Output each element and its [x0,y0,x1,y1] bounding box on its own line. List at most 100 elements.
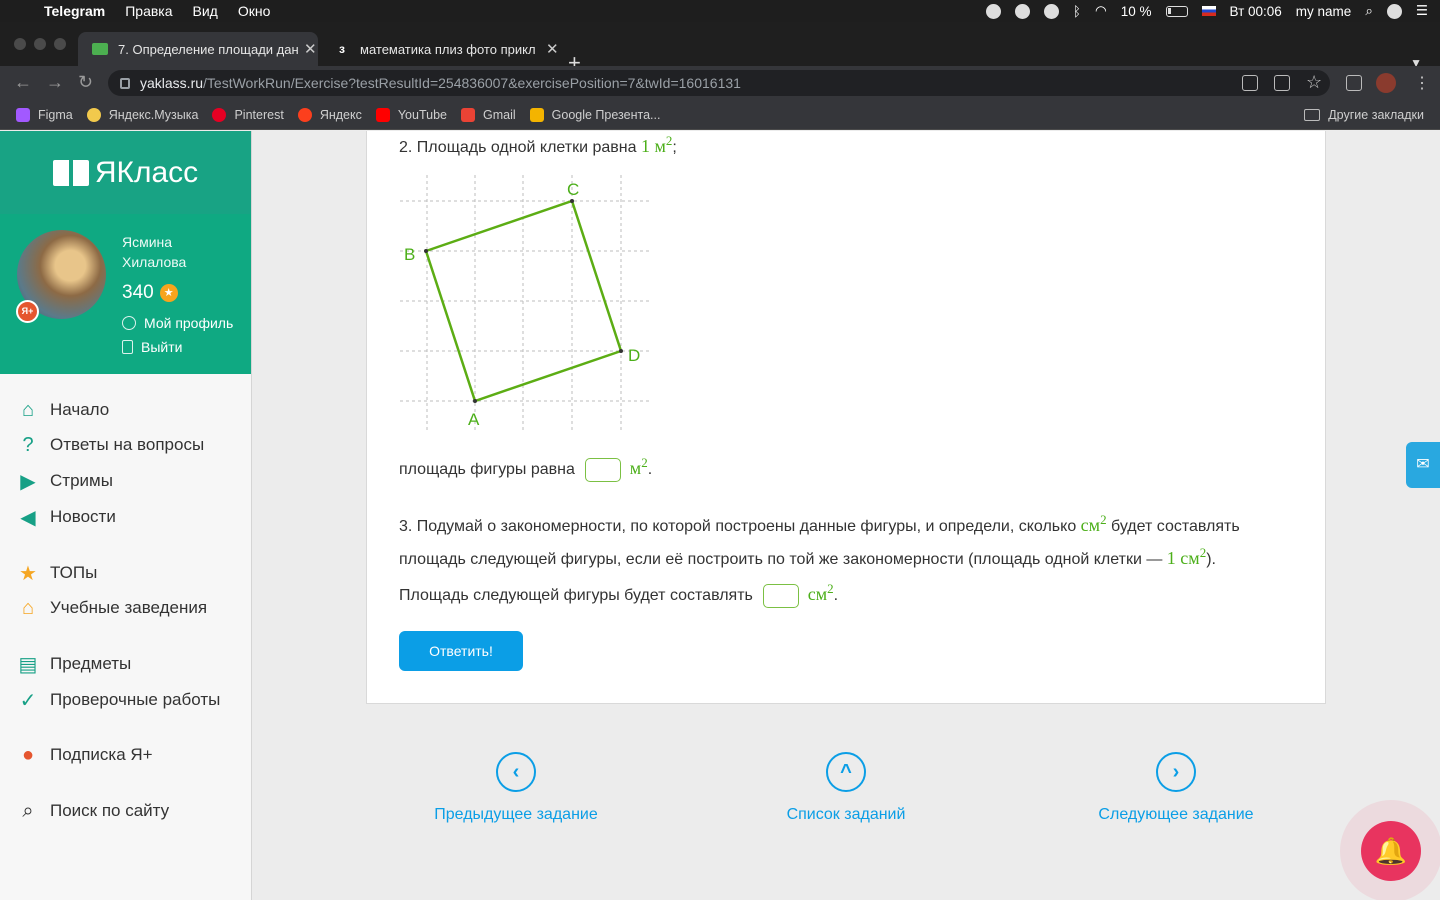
tab-active[interactable]: 7. Определение площади дан ✕ [78,32,318,66]
address-bar[interactable]: yaklass.ru /TestWorkRun/Exercise?testRes… [108,70,1330,96]
logout-label: Выйти [141,339,183,355]
points-value: 340 [122,282,154,303]
nav-label: Подписка Я+ [50,745,153,764]
nav-label: Стримы [50,471,113,490]
feedback-mail-icon[interactable]: ✉ [1406,442,1440,488]
unit-text: 1 см [1166,548,1200,568]
sidebar-item-tests[interactable]: ✓ Проверочные работы [16,688,221,712]
sidebar-item-answers[interactable]: ? Ответы на вопросы [16,433,204,457]
area-unit: м2 [630,455,648,478]
profile-avatar[interactable] [1376,73,1396,93]
bookmark-figma[interactable]: Figma [16,107,73,122]
nav-label: Проверочные работы [50,690,221,709]
browser-tab-strip: 7. Определение площади дан ✕ з математик… [0,22,1440,74]
bookmark-yandex-music[interactable]: Яндекс.Музыка [86,107,198,122]
close-tab-icon[interactable]: ✕ [546,40,559,58]
control-center-icon[interactable]: ☰ [1416,3,1428,19]
back-arrow-icon[interactable]: ← [14,72,32,93]
status-app-icon[interactable] [985,3,1001,19]
vertex-c [570,199,574,203]
sidebar-item-streams[interactable]: ▶ Стримы [16,469,113,493]
sidebar-item-home[interactable]: ⌂ Начало [16,398,109,422]
user-name[interactable]: Ясмина Хилалова [122,232,186,272]
share-icon[interactable] [1274,75,1290,91]
open-book-icon [52,159,89,186]
next-figure-label: Площадь следующей фигуры будет составлят… [399,587,753,604]
sidebar-item-schools[interactable]: ⌂ Учебные заведения [16,596,207,620]
user-points: 340 ★ [122,282,178,304]
exponent: 2 [1100,512,1107,527]
cell-area-value: 1 м [640,136,666,156]
chevron-right-icon: › [1156,752,1196,792]
tab-inactive[interactable]: з математика плиз фото прикл ✕ [320,32,560,66]
creative-cloud-icon[interactable] [1014,3,1030,19]
sidebar-item-news[interactable]: ◀ Новости [16,505,116,529]
close-window-button[interactable] [14,38,26,50]
forward-arrow-icon[interactable]: → [46,72,64,93]
other-bookmarks[interactable]: Другие закладки [1304,108,1424,122]
bookmark-label: Яндекс [319,107,362,122]
menu-edit[interactable]: Правка [125,3,172,19]
task-list-link[interactable]: ^ Список заданий [716,752,976,824]
next-figure-unit: см2 [807,581,834,604]
bookmark-google-slides[interactable]: Google Презента... [529,107,661,122]
clock[interactable]: Вт 00:06 [1230,4,1282,19]
sidebar-item-subscription[interactable]: ● Подписка Я+ [16,743,153,767]
input-source-flag-icon[interactable] [1201,6,1216,16]
bookmark-gmail[interactable]: Gmail [460,107,516,122]
tab-title: математика плиз фото прикл [360,41,536,57]
sidebar-item-subjects[interactable]: ▤ Предметы [16,652,132,676]
bookmark-youtube[interactable]: YouTube [375,107,447,122]
menu-view[interactable]: Вид [193,3,218,19]
spotlight-search-icon[interactable]: ⌕ [1365,3,1373,19]
nav-label: Учебные заведения [50,598,208,617]
question-2-text: 2. Площадь одной клетки равна 1 м2; [399,133,677,157]
menu-app-name[interactable]: Telegram [44,3,105,19]
previous-task-link[interactable]: ‹ Предыдущее задание [386,752,646,824]
chevron-up-icon: ^ [826,752,866,792]
nav-label: Поиск по сайту [50,801,170,820]
exercise-card: 2. Площадь одной клетки равна 1 м2; B C … [366,131,1326,704]
area-input[interactable] [585,457,622,482]
my-profile-link[interactable]: Мой профиль [122,315,233,331]
next-figure-area-input[interactable] [763,583,800,608]
minimize-window-button[interactable] [34,38,46,50]
user-name[interactable]: my name [1296,4,1352,19]
bookmark-label: Google Презента... [551,107,661,122]
side-panel-icon[interactable] [1346,75,1362,91]
menu-window[interactable]: Окно [238,3,271,19]
yaklass-logo[interactable]: ЯКласс [0,131,251,214]
next-task-link[interactable]: › Следующее задание [1046,752,1306,824]
alert-icon[interactable] [1043,3,1059,19]
logout-link[interactable]: Выйти [122,339,182,355]
bookmark-yandex[interactable]: Яндекс [297,107,362,122]
bookmark-pinterest[interactable]: Pinterest [212,107,284,122]
task-list-label: Список заданий [786,806,906,823]
quadrilateral-figure: B C D A [400,175,649,430]
question-3-part2: будет составлять [1111,518,1240,535]
bluetooth-icon[interactable]: ᛒ [1073,4,1081,19]
bookmark-star-icon[interactable]: ☆ [1306,72,1322,93]
school-icon: ⌂ [21,596,35,619]
unit-text: см [807,584,828,604]
notification-bell-icon[interactable]: 🔔 [1361,821,1421,881]
install-app-icon[interactable] [1242,75,1258,91]
browser-menu-icon[interactable]: ⋮ [1414,73,1430,93]
submit-answer-button[interactable]: Ответить! [399,631,523,671]
sidebar-item-tops[interactable]: ★ ТОПы [16,561,97,585]
wifi-icon[interactable]: ◠ [1095,3,1107,19]
punctuation: ; [672,139,677,156]
siri-icon[interactable] [1386,3,1402,19]
url-host: yaklass.ru [140,75,204,91]
sidebar-item-search[interactable]: ⌕ Поиск по сайту [16,799,169,823]
reload-icon[interactable]: ↻ [78,72,93,93]
check-icon: ✓ [19,689,37,712]
grid [400,175,649,430]
lock-icon[interactable] [120,77,130,89]
label-d: D [628,346,640,365]
nav-label: Ответы на вопросы [50,435,205,454]
battery-icon[interactable] [1165,5,1188,17]
folder-icon [1304,109,1321,121]
zoom-window-button[interactable] [54,38,66,50]
close-tab-icon[interactable]: ✕ [304,40,317,58]
